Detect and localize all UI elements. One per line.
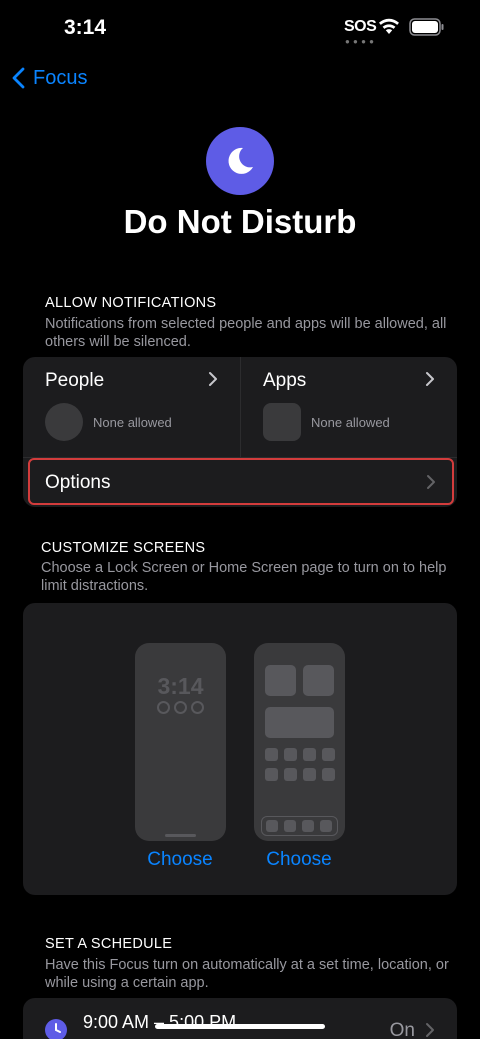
moon-icon: [228, 147, 253, 174]
chevron-left-icon: [12, 67, 25, 89]
status-time: 3:14: [64, 16, 107, 39]
chevron-right-icon: [426, 1023, 434, 1037]
signal-dots: ● ● ● ●: [345, 37, 375, 46]
page-title: Do Not Disturb: [123, 203, 357, 240]
people-cell[interactable]: People None allowed: [23, 357, 240, 457]
people-avatar-placeholder: [45, 403, 83, 441]
schedule-row[interactable]: 9:00 AM – 5:00 PM On: [23, 998, 457, 1039]
schedule-subtitle: Have this Focus turn on automatically at…: [45, 957, 449, 991]
focus-badge: [206, 127, 274, 195]
schedule-state: On: [389, 1020, 415, 1039]
home-widget-wide: [265, 707, 334, 738]
home-indicator[interactable]: [155, 1024, 325, 1029]
carrier-sos: SOS: [344, 18, 377, 35]
back-button[interactable]: Focus: [12, 62, 87, 94]
allow-notifications-card: People None allowed Apps None allowed Op…: [23, 357, 457, 507]
home-app-dot: [284, 768, 297, 781]
home-app-dot: [303, 748, 316, 761]
home-app-dot: [322, 748, 335, 761]
app-tile-placeholder: [263, 403, 301, 441]
schedule-time: 9:00 AM – 5:00 PM: [83, 1012, 237, 1032]
clock-icon: [45, 1019, 67, 1039]
home-widget: [303, 665, 334, 696]
lock-preview-time: 3:14: [157, 673, 204, 699]
status-bar: 3:14 SOS ● ● ● ●: [0, 0, 480, 56]
options-label: Options: [45, 472, 111, 493]
home-screen-preview[interactable]: [254, 643, 345, 841]
wifi-icon: [379, 18, 399, 34]
allow-notifications-header: ALLOW NOTIFICATIONS: [45, 295, 217, 311]
home-screen-choose-button[interactable]: Choose: [239, 849, 359, 871]
back-label: Focus: [33, 66, 88, 89]
chevron-right-icon: [426, 372, 434, 386]
apps-label: Apps: [263, 370, 307, 391]
home-app-dot: [322, 768, 335, 781]
chevron-right-icon: [427, 475, 435, 489]
battery-icon: [409, 18, 444, 36]
lock-screen-choose-button[interactable]: Choose: [120, 849, 240, 871]
people-status: None allowed: [93, 415, 172, 430]
apps-status: None allowed: [311, 415, 390, 430]
apps-cell[interactable]: Apps None allowed: [240, 357, 457, 457]
home-dock: [261, 816, 338, 836]
customize-screens-header: CUSTOMIZE SCREENS: [41, 540, 206, 556]
customize-screens-card: 3:14 Choose Choose: [23, 603, 457, 895]
customize-screens-subtitle: Choose a Lock Screen or Home Screen page…: [41, 560, 447, 594]
lock-home-bar: [165, 834, 196, 837]
home-widget: [265, 665, 296, 696]
lock-screen-preview[interactable]: 3:14: [135, 643, 226, 841]
lock-widget-rings: [157, 701, 204, 714]
home-app-dot: [303, 768, 316, 781]
options-row[interactable]: Options: [28, 458, 454, 505]
chevron-right-icon: [209, 372, 217, 386]
schedule-header: SET A SCHEDULE: [45, 936, 173, 952]
home-app-dot: [265, 748, 278, 761]
people-label: People: [45, 370, 105, 391]
allow-notifications-subtitle: Notifications from selected people and a…: [45, 316, 447, 350]
home-app-dot: [284, 748, 297, 761]
home-app-dot: [265, 768, 278, 781]
